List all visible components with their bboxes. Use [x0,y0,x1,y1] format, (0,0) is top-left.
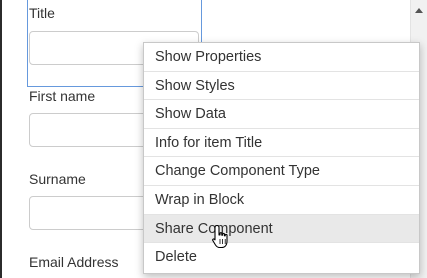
scroll-up-arrow-icon[interactable] [415,8,423,13]
title-label: Title [29,5,55,21]
menu-item-show-data[interactable]: Show Data [144,100,419,129]
menu-item-change-component-type[interactable]: Change Component Type [144,157,419,186]
menu-item-delete[interactable]: Delete [144,243,419,272]
context-menu: Show Properties Show Styles Show Data In… [143,42,420,274]
surname-label: Surname [29,171,86,187]
menu-item-wrap-in-block[interactable]: Wrap in Block [144,186,419,215]
menu-item-show-properties[interactable]: Show Properties [144,43,419,72]
first-name-label: First name [29,88,96,104]
menu-item-info-for-item[interactable]: Info for item Title [144,129,419,158]
menu-item-show-styles[interactable]: Show Styles [144,72,419,101]
email-address-label: Email Address [29,254,119,270]
menu-item-share-component[interactable]: Share Component [144,214,419,244]
hand-pointer-icon [212,224,228,249]
